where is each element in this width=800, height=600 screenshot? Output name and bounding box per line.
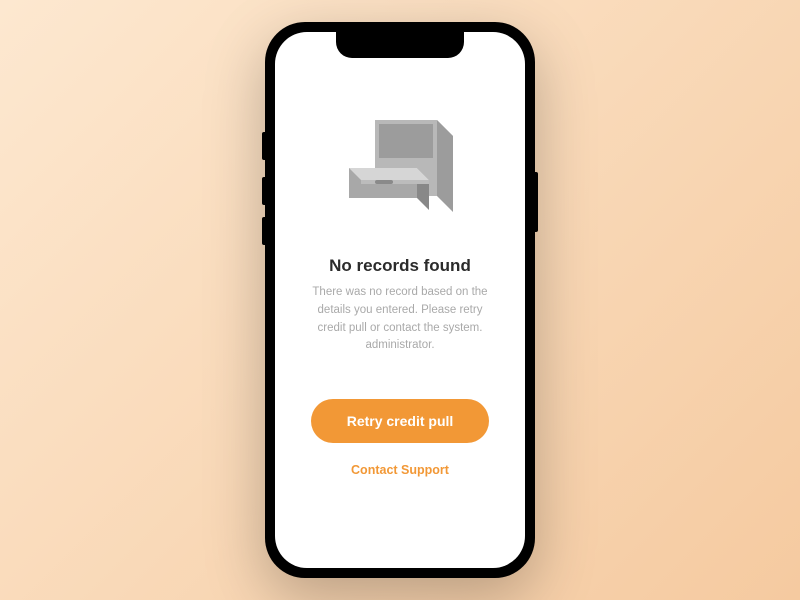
phone-frame: No records found There was no record bas… — [265, 22, 535, 578]
app-screen: No records found There was no record bas… — [275, 32, 525, 568]
empty-state-title: No records found — [329, 256, 471, 276]
empty-drawer-icon — [325, 102, 475, 242]
retry-button[interactable]: Retry credit pull — [311, 399, 490, 443]
phone-notch — [336, 32, 464, 58]
contact-support-link[interactable]: Contact Support — [351, 463, 449, 477]
empty-state-subtitle: There was no record based on the details… — [299, 284, 501, 355]
